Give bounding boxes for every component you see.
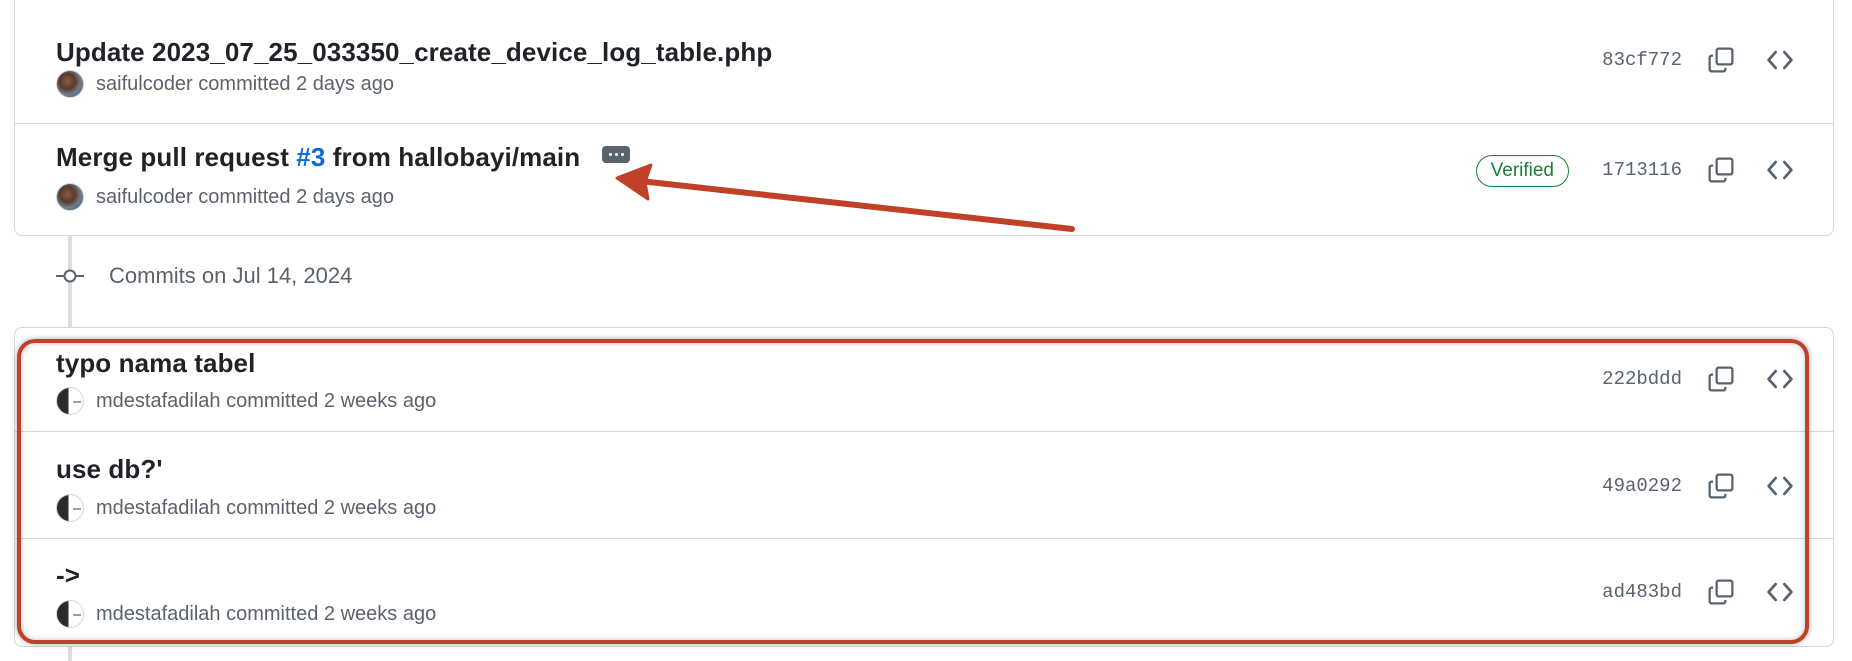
- copy-sha-button[interactable]: [1703, 468, 1739, 504]
- commit-title[interactable]: typo nama tabel: [56, 348, 255, 379]
- commit-row: Update 2023_07_25_033350_create_device_l…: [15, 0, 1833, 123]
- copy-sha-button[interactable]: [1703, 42, 1739, 78]
- commit-title-prefix[interactable]: Merge pull request: [56, 142, 296, 172]
- commit-time-text: committed 2 days ago: [198, 72, 394, 95]
- avatar[interactable]: [56, 494, 84, 522]
- avatar[interactable]: [56, 600, 84, 628]
- browse-repo-button[interactable]: [1762, 361, 1798, 397]
- browse-repo-button[interactable]: [1762, 574, 1798, 610]
- kebab-horizontal-icon[interactable]: [602, 146, 630, 163]
- commit-time-text: committed 2 days ago: [198, 185, 394, 208]
- commit-time-text: committed 2 weeks ago: [226, 389, 437, 412]
- copy-sha-button[interactable]: [1703, 361, 1739, 397]
- commit-title-suffix[interactable]: from hallobayi/main: [325, 142, 580, 172]
- avatar[interactable]: [56, 183, 84, 211]
- commit-meta: mdestafadilah committed 2 weeks ago: [56, 387, 436, 415]
- commit-title[interactable]: Update 2023_07_25_033350_create_device_l…: [56, 37, 772, 68]
- commit-group-label: Commits on Jul 14, 2024: [109, 263, 353, 288]
- avatar[interactable]: [56, 70, 84, 98]
- commit-meta: saifulcoder committed 2 days ago: [56, 70, 394, 98]
- commit-title[interactable]: use db?': [56, 454, 163, 485]
- verified-badge[interactable]: Verified: [1475, 155, 1569, 187]
- commit-meta: mdestafadilah committed 2 weeks ago: [56, 600, 436, 628]
- copy-icon: [1708, 579, 1734, 605]
- commit-sha[interactable]: 49a0292: [1602, 475, 1682, 497]
- browse-repo-button[interactable]: [1762, 468, 1798, 504]
- avatar[interactable]: [56, 387, 84, 415]
- code-icon: [1767, 476, 1793, 496]
- code-icon: [1767, 160, 1793, 180]
- commit-sha[interactable]: 222bddd: [1602, 368, 1682, 390]
- commit-author[interactable]: mdestafadilah: [96, 603, 221, 626]
- commit-list-bottom: typo nama tabel mdestafadilah committed …: [14, 327, 1834, 647]
- browse-repo-button[interactable]: [1762, 42, 1798, 78]
- browse-repo-button[interactable]: [1762, 152, 1798, 188]
- copy-sha-button[interactable]: [1703, 574, 1739, 610]
- copy-icon: [1708, 473, 1734, 499]
- commit-author[interactable]: mdestafadilah: [96, 497, 221, 520]
- copy-sha-button[interactable]: [1703, 152, 1739, 188]
- commit-meta: mdestafadilah committed 2 weeks ago: [56, 494, 436, 522]
- commit-meta: saifulcoder committed 2 days ago: [56, 183, 394, 211]
- commit-author[interactable]: mdestafadilah: [96, 390, 221, 413]
- copy-icon: [1708, 157, 1734, 183]
- pull-request-link[interactable]: #3: [296, 142, 325, 172]
- commit-row: -> mdestafadilah committed 2 weeks ago a…: [15, 539, 1833, 646]
- copy-icon: [1708, 47, 1734, 73]
- commit-author[interactable]: saifulcoder: [96, 73, 193, 96]
- code-icon: [1767, 50, 1793, 70]
- git-commit-icon: [56, 262, 84, 290]
- code-icon: [1767, 582, 1793, 602]
- commit-sha[interactable]: 83cf772: [1602, 49, 1682, 71]
- commit-title: Merge pull request #3 from hallobayi/mai…: [56, 142, 580, 173]
- copy-icon: [1708, 366, 1734, 392]
- code-icon: [1767, 369, 1793, 389]
- commit-row: use db?' mdestafadilah committed 2 weeks…: [15, 432, 1833, 538]
- commit-sha[interactable]: 1713116: [1602, 159, 1682, 181]
- commit-time-text: committed 2 weeks ago: [226, 602, 437, 625]
- commit-row: Merge pull request #3 from hallobayi/mai…: [15, 124, 1833, 236]
- commit-time-text: committed 2 weeks ago: [226, 496, 437, 519]
- commit-title[interactable]: ->: [56, 560, 80, 591]
- commit-author[interactable]: saifulcoder: [96, 186, 193, 209]
- commit-sha[interactable]: ad483bd: [1602, 581, 1682, 603]
- commit-list-top: Update 2023_07_25_033350_create_device_l…: [14, 0, 1834, 236]
- commit-group-header: Commits on Jul 14, 2024: [56, 262, 352, 290]
- commit-row: typo nama tabel mdestafadilah committed …: [15, 328, 1833, 431]
